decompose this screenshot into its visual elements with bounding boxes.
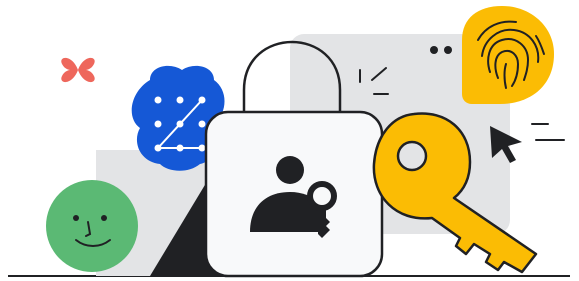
illustration-canvas xyxy=(8,6,570,278)
smiley-face-icon xyxy=(46,180,138,272)
security-illustration xyxy=(0,0,579,281)
fingerprint-icon xyxy=(462,6,554,104)
sparkle-icon xyxy=(61,57,95,83)
